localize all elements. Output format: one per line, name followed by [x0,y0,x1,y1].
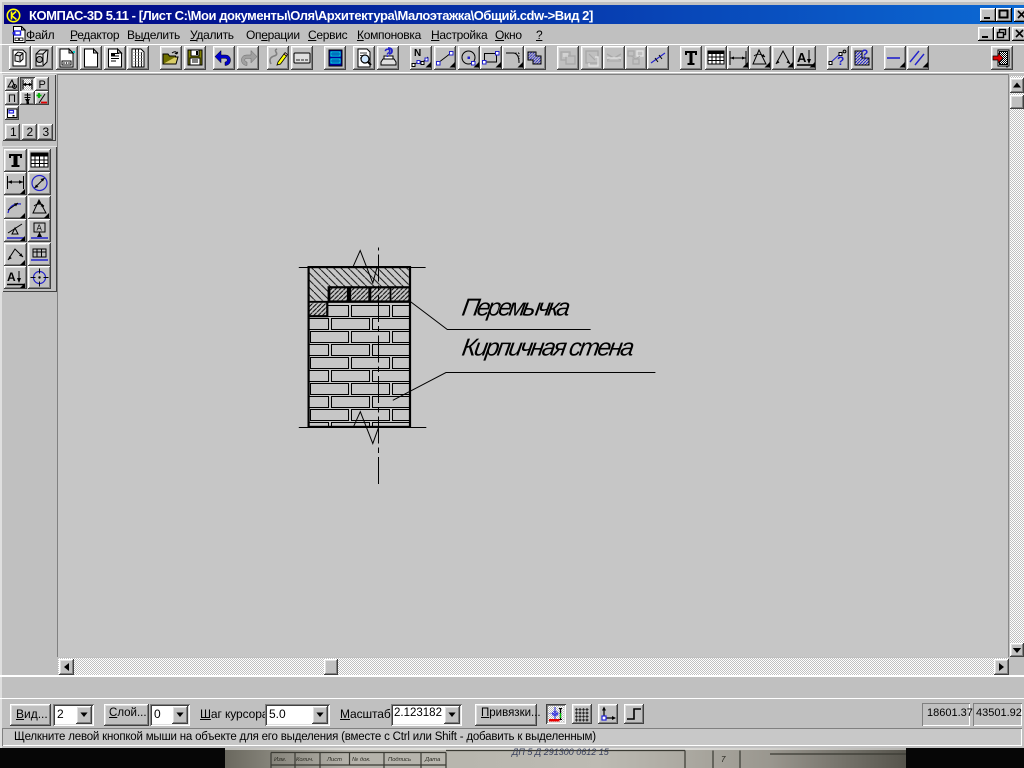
svg-text:Колич.: Колич. [296,757,314,763]
svg-text:7: 7 [721,755,726,764]
svg-text:Перемычка: Перемычка [460,295,572,322]
svg-text:Изм.: Изм. [274,757,286,763]
svg-text:Подпись: Подпись [388,757,411,763]
svg-text:ДП 5 Д 291300 0612 15: ДП 5 Д 291300 0612 15 [511,748,610,757]
svg-text:Лист: Лист [326,757,342,763]
svg-text:Дата: Дата [424,757,441,763]
svg-text:Кирпичная стена: Кирпичная стена [460,335,636,362]
svg-text:№ док.: № док. [352,757,371,763]
